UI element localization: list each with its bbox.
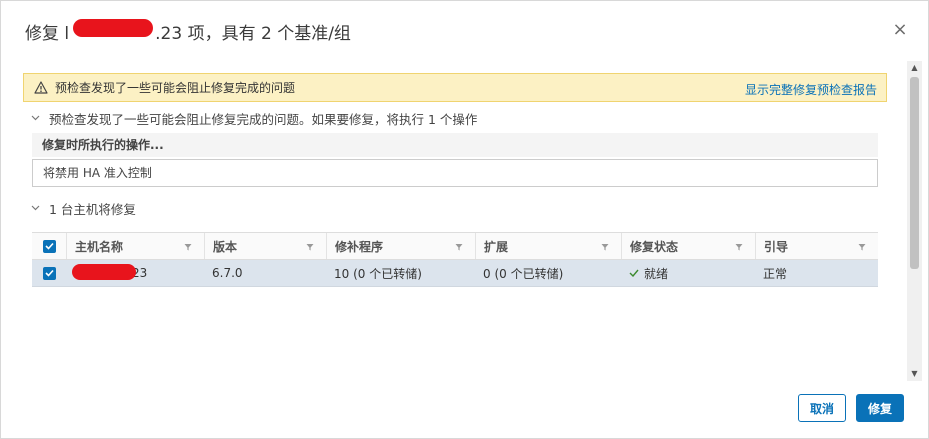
hosts-section-label: 1 台主机将修复 <box>49 202 136 217</box>
filter-icon[interactable] <box>184 243 192 251</box>
vertical-scrollbar[interactable]: ▲ ▼ <box>907 61 922 381</box>
column-label: 修复状态 <box>630 239 679 254</box>
cell-status: 就绪 <box>621 260 755 286</box>
column-header-boot[interactable]: 引导 <box>755 233 878 259</box>
grid-header: 主机名称 版本 修补程序 扩展 修复状态 引导 <box>32 232 878 260</box>
cell-version: 6.7.0 <box>212 266 243 280</box>
column-label: 扩展 <box>484 239 509 254</box>
column-label: 版本 <box>213 239 238 254</box>
column-label: 主机名称 <box>75 239 124 254</box>
scroll-up-arrow-icon[interactable]: ▲ <box>907 61 922 75</box>
dialog-title: 修复 l .23 项，具有 2 个基准/组 <box>25 17 351 45</box>
filter-icon[interactable] <box>735 243 743 251</box>
warning-text: 预检查发现了一些可能会阻止修复完成的问题 <box>55 81 296 95</box>
cell-extensions: 0 (0 个已转储) <box>483 266 564 281</box>
column-label: 修补程序 <box>335 239 384 254</box>
hosts-section-toggle[interactable]: 1 台主机将修复 <box>31 199 136 218</box>
row-select-cell <box>32 260 66 286</box>
title-prefix: 修复 l <box>25 23 70 44</box>
precheck-section-label: 预检查发现了一些可能会阻止修复完成的问题。如果要修复，将执行 1 个操作 <box>49 112 478 127</box>
redacted-name-mark <box>73 19 154 37</box>
column-header-patches[interactable]: 修补程序 <box>326 233 475 259</box>
operations-header: 修复时所执行的操作... <box>32 133 878 157</box>
redacted-host-mark <box>72 264 136 280</box>
scrollbar-thumb[interactable] <box>910 77 919 269</box>
warning-triangle-icon <box>33 80 49 96</box>
filter-icon[interactable] <box>601 243 609 251</box>
chevron-down-icon <box>31 113 41 124</box>
column-header-status[interactable]: 修复状态 <box>621 233 755 259</box>
cell-boot: 正常 <box>763 266 788 281</box>
warning-banner: 预检查发现了一些可能会阻止修复完成的问题 显示完整修复预检查报告 <box>23 73 887 102</box>
cell-host-name: 23 <box>66 260 204 286</box>
filter-icon[interactable] <box>858 243 866 251</box>
hosts-grid: 主机名称 版本 修补程序 扩展 修复状态 引导 23 6.7.0 10 (0 个… <box>32 232 878 287</box>
column-label: 引导 <box>764 239 789 254</box>
show-precheck-report-link[interactable]: 显示完整修复预检查报告 <box>745 81 877 98</box>
cell-patches: 10 (0 个已转储) <box>334 266 422 281</box>
table-row[interactable]: 23 6.7.0 10 (0 个已转储) 0 (0 个已转储) 就绪 正常 <box>32 260 878 287</box>
scroll-down-arrow-icon[interactable]: ▼ <box>907 367 922 381</box>
chevron-down-icon <box>31 203 41 214</box>
remediate-dialog: 修复 l .23 项，具有 2 个基准/组 × 预检查发现了一些可能会阻止修复完… <box>0 0 929 439</box>
title-suffix: .23 项，具有 2 个基准/组 <box>155 23 351 44</box>
filter-icon[interactable] <box>306 243 314 251</box>
dialog-body: 预检查发现了一些可能会阻止修复完成的问题 显示完整修复预检查报告 预检查发现了一… <box>1 61 906 381</box>
operation-item: 将禁用 HA 准入控制 <box>32 159 878 187</box>
row-checkbox[interactable] <box>42 266 56 280</box>
remediate-button[interactable]: 修复 <box>856 394 904 422</box>
cancel-button[interactable]: 取消 <box>798 394 846 422</box>
status-text: 就绪 <box>644 266 669 281</box>
select-all-checkbox[interactable] <box>42 239 56 253</box>
filter-icon[interactable] <box>455 243 463 251</box>
close-icon[interactable]: × <box>890 20 910 40</box>
precheck-section-toggle[interactable]: 预检查发现了一些可能会阻止修复完成的问题。如果要修复，将执行 1 个操作 <box>31 109 477 128</box>
column-header-host[interactable]: 主机名称 <box>66 233 204 259</box>
check-icon <box>629 266 639 280</box>
column-header-version[interactable]: 版本 <box>204 233 326 259</box>
column-header-extensions[interactable]: 扩展 <box>475 233 621 259</box>
select-all-cell <box>32 233 66 259</box>
